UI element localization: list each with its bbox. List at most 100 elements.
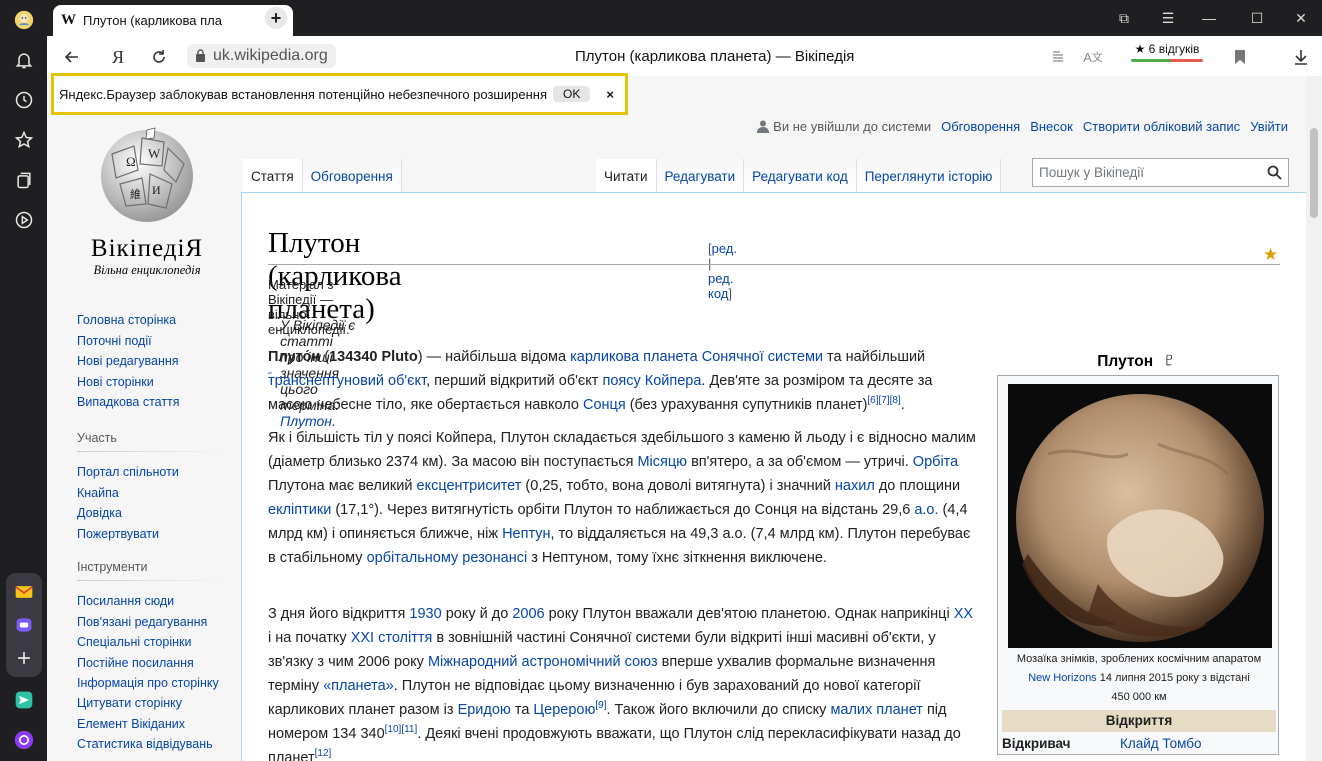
nav-random-article[interactable]: Випадкова стаття <box>77 392 247 413</box>
extension-blocked-banner: Яндекс.Браузер заблокував встановлення п… <box>51 73 628 115</box>
back-icon[interactable] <box>61 46 83 68</box>
link-eccentricity[interactable]: ексцентриситет <box>417 478 522 494</box>
link-2006[interactable]: 2006 <box>512 606 544 622</box>
edit-source-link[interactable]: ред. код <box>708 271 733 301</box>
nav-community-portal[interactable]: Портал спільноти <box>77 462 247 483</box>
tab-manager-icon[interactable]: ⧉ <box>1114 8 1134 28</box>
tool-related-changes[interactable]: Пов'язані редагування <box>77 612 227 633</box>
ref-link[interactable]: [6][7][8] <box>867 395 900 406</box>
nav-help[interactable]: Довідка <box>77 503 247 524</box>
link-neptune[interactable]: Нептун <box>502 526 550 542</box>
ok-button[interactable]: OK <box>552 86 591 102</box>
link-ecliptic[interactable]: екліптики <box>268 502 331 518</box>
link-sun[interactable]: Сонця <box>583 397 626 413</box>
menu-icon[interactable]: ☰ <box>1158 8 1178 28</box>
create-account-link[interactable]: Створити обліковий запис <box>1083 119 1240 134</box>
play-icon[interactable] <box>9 205 39 235</box>
nav-village-pump[interactable]: Кнайпа <box>77 483 247 504</box>
mail-icon[interactable] <box>9 577 39 607</box>
wikipedia-favicon-icon: W <box>61 12 76 28</box>
nav-current-events[interactable]: Поточні події <box>77 331 247 352</box>
url-field[interactable]: uk.wikipedia.org <box>187 44 336 68</box>
link-clyde-tombaugh[interactable]: Клайд Томбо <box>1120 736 1202 751</box>
star-icon[interactable] <box>9 125 39 155</box>
tool-page-views[interactable]: Статистика відвідувань <box>77 734 227 755</box>
download-icon[interactable] <box>1290 46 1312 68</box>
nav-new-pages[interactable]: Нові сторінки <box>77 372 247 393</box>
link-au[interactable]: а.о. <box>914 502 938 518</box>
link-dwarf-planet[interactable]: карликова планета <box>570 349 698 365</box>
contributions-link[interactable]: Внесок <box>1030 119 1073 134</box>
alice-icon[interactable] <box>9 725 39 755</box>
talk-link[interactable]: Обговорення <box>941 119 1020 134</box>
bell-icon[interactable] <box>9 45 39 75</box>
link-eris[interactable]: Еридою <box>458 702 511 718</box>
tool-cite-page[interactable]: Цитувати сторінку <box>77 693 227 714</box>
svg-text:W: W <box>148 146 161 161</box>
tab-history[interactable]: Переглянути історію <box>856 159 1002 192</box>
link-planet[interactable]: «планета» <box>323 678 394 694</box>
reviews-badge[interactable]: ★ 6 відгуків <box>1131 42 1203 62</box>
reader-mode-icon[interactable] <box>1047 46 1069 68</box>
link-iau[interactable]: Міжнародний астрономічний союз <box>428 654 658 670</box>
link-tno[interactable]: транснептуновий об'єкт <box>268 373 426 389</box>
ref-link[interactable]: [10][11] <box>385 724 418 735</box>
translate-icon[interactable]: A文 <box>1082 46 1104 68</box>
image-caption: Мозаїка знімків, зроблених космічним апа… <box>1004 650 1274 707</box>
link-ceres[interactable]: Церерою <box>533 702 595 718</box>
tab-article[interactable]: Стаття <box>243 159 303 192</box>
link-kuiper-belt[interactable]: поясу Койпера <box>602 373 701 389</box>
infobox-frame: Мозаїка знімків, зроблених космічним апа… <box>997 375 1279 755</box>
new-tab-button[interactable]: + <box>265 7 287 29</box>
wiki-search-input[interactable]: Пошук у Вікіпедії <box>1032 158 1289 187</box>
history-icon[interactable] <box>9 85 39 115</box>
profile-avatar[interactable] <box>9 5 39 35</box>
tool-page-info[interactable]: Інформація про сторінку <box>77 673 227 693</box>
ref-link[interactable]: [9] <box>595 700 606 711</box>
close-icon[interactable]: × <box>606 87 614 102</box>
wikipedia-logo[interactable]: Ω W И 維 ВікіпедіЯ Вільна енциклопедія <box>85 124 209 278</box>
link-inclination[interactable]: нахил <box>835 478 875 494</box>
link-1930[interactable]: 1930 <box>409 606 441 622</box>
link-orbital-resonance[interactable]: орбітальному резонансі <box>367 550 528 566</box>
link-orbit[interactable]: Орбіта <box>913 454 958 470</box>
maximize-icon[interactable]: ☐ <box>1247 8 1267 28</box>
yandex-logo-icon[interactable]: Я <box>107 46 129 68</box>
tab-read[interactable]: Читати <box>596 159 657 192</box>
tool-special-pages[interactable]: Спеціальні сторінки <box>77 632 227 653</box>
tab-edit-source[interactable]: Редагувати код <box>744 159 857 192</box>
login-link[interactable]: Увійти <box>1250 119 1288 134</box>
nav-main-page[interactable]: Головна сторінка <box>77 310 247 331</box>
pluto-image[interactable] <box>1008 384 1272 648</box>
link-minor-planets[interactable]: малих планет <box>830 702 922 718</box>
featured-star-icon[interactable]: ★ <box>1263 245 1278 265</box>
link-moon[interactable]: Місяцю <box>637 454 687 470</box>
minimize-icon[interactable]: — <box>1199 8 1219 28</box>
page-scrollbar[interactable] <box>1306 76 1322 761</box>
tool-what-links-here[interactable]: Посилання сюди <box>77 591 227 612</box>
link-new-horizons[interactable]: New Horizons <box>1028 672 1096 684</box>
tab-wikipedia[interactable]: W Плутон (карликова пла ✕ <box>53 5 293 36</box>
reload-icon[interactable] <box>148 46 170 68</box>
nav-recent-changes[interactable]: Нові редагування <box>77 351 247 372</box>
nav-donate[interactable]: Пожертвувати <box>77 524 247 545</box>
collections-icon[interactable] <box>9 165 39 195</box>
window-close-icon[interactable]: ✕ <box>1291 8 1311 28</box>
link-xxi-century[interactable]: XXI століття <box>351 630 433 646</box>
tool-permanent-link[interactable]: Постійне посилання <box>77 653 227 674</box>
link-solar-system[interactable]: Сонячної системи <box>702 349 823 365</box>
bookmark-icon[interactable] <box>1229 46 1251 68</box>
tools-heading: Інструменти <box>77 560 148 574</box>
edit-link[interactable]: ред. <box>712 241 737 256</box>
send-icon[interactable] <box>9 685 39 715</box>
tab-edit[interactable]: Редагувати <box>656 159 745 192</box>
messenger-icon[interactable] <box>9 610 39 640</box>
search-icon[interactable] <box>1267 165 1282 180</box>
ref-link[interactable]: [12] <box>315 748 332 759</box>
scrollbar-thumb[interactable] <box>1310 128 1318 218</box>
infobox-key: Відкривач <box>1002 736 1071 751</box>
tool-wikidata-item[interactable]: Елемент Вікіданих <box>77 714 227 735</box>
tab-talk[interactable]: Обговорення <box>302 159 402 192</box>
add-app-icon[interactable] <box>9 643 39 673</box>
link-xx-century[interactable]: XX <box>954 606 973 622</box>
